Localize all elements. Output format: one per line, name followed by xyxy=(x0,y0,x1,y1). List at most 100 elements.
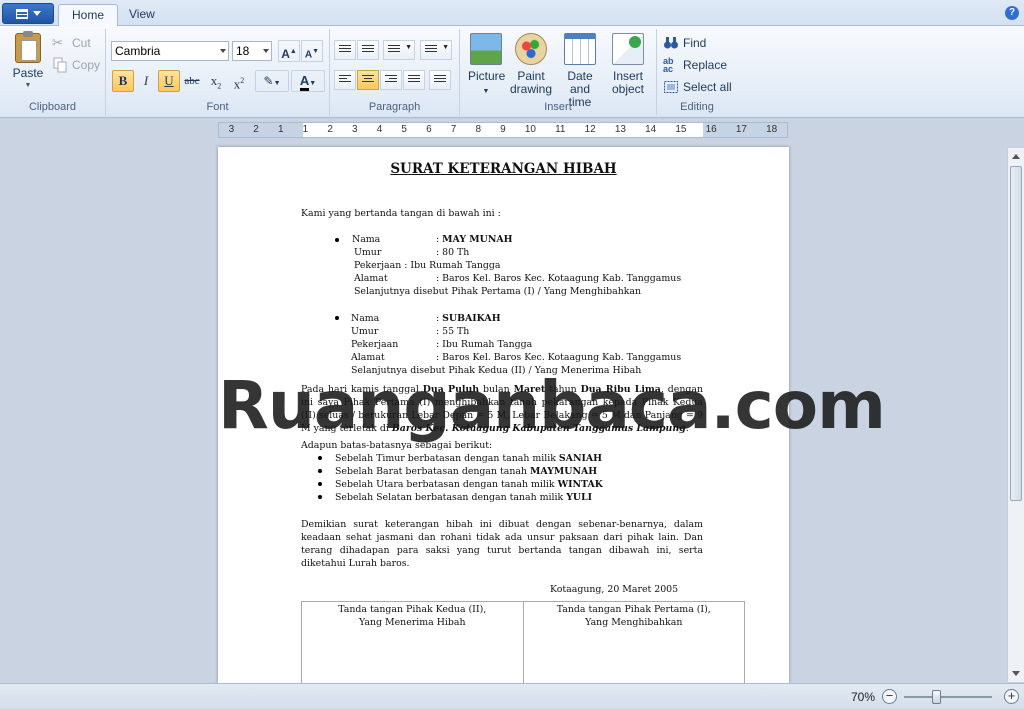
paste-button[interactable]: Paste ▼ xyxy=(8,31,48,89)
line-spacing-button[interactable]: ▼ xyxy=(420,40,452,60)
font-color-button[interactable]: A▼ xyxy=(291,70,325,92)
ruler-numbers: 3 2 1 1 2 3 4 5 6 7 8 9 10 11 12 13 14 15 16 17 18 xyxy=(219,124,787,135)
palette-icon xyxy=(515,33,547,65)
zoom-level: 70% xyxy=(851,690,876,704)
party2-nama-label: Nama xyxy=(351,313,380,324)
highlight-color-button[interactable]: ✎▼ xyxy=(255,70,289,92)
copy-button[interactable]: Copy xyxy=(52,57,100,73)
watermark-text: Ruanganbaca.com xyxy=(218,367,886,444)
paragraph-group-label: Paragraph xyxy=(368,101,421,113)
grow-font-button[interactable]: A▲ xyxy=(278,40,300,62)
subscript-button[interactable]: x2 xyxy=(205,70,227,92)
ruler-number: 10 xyxy=(524,124,536,135)
scroll-down-icon[interactable] xyxy=(1012,671,1020,676)
binoculars-icon xyxy=(663,35,679,51)
align-left-button[interactable] xyxy=(334,70,356,90)
party1-pekerjaan: Pekerjaan : Ibu Rumah Tangga xyxy=(354,260,501,271)
zoom-slider-track[interactable] xyxy=(904,696,992,698)
ruler-number: 13 xyxy=(614,124,626,135)
ruler-number: 17 xyxy=(735,124,747,135)
bullet-icon xyxy=(335,316,339,320)
ruler-number: 15 xyxy=(675,124,687,135)
border-item: Sebelah Timur berbatasan dengan tanah mi… xyxy=(335,453,603,464)
bullet-icon xyxy=(335,238,339,242)
paragraph-group: ▼ ▼ Paragraph xyxy=(330,29,460,115)
scroll-up-icon[interactable] xyxy=(1012,154,1020,159)
help-icon[interactable]: ? xyxy=(1005,6,1019,20)
ruler-number: 14 xyxy=(645,124,657,135)
paste-icon xyxy=(15,31,41,63)
ruler-number: 2 xyxy=(253,124,259,135)
select-all-button[interactable]: Select all xyxy=(663,79,732,95)
document-title: SURAT KETERANGAN HIBAH xyxy=(390,161,617,177)
clipboard-group-label: Clipboard xyxy=(28,101,77,113)
sign-right-line2: Yang Menghibahkan xyxy=(585,617,683,628)
chevron-down-icon xyxy=(32,11,41,16)
align-left-icon xyxy=(339,75,351,85)
party1-nama-label: Nama xyxy=(352,234,381,245)
tab-home[interactable]: Home xyxy=(58,4,119,27)
replace-button[interactable]: ab ac Replace xyxy=(663,57,728,74)
insert-object-button[interactable]: Insert object xyxy=(608,33,648,96)
party2-nama: : SUBAIKAH xyxy=(436,313,501,324)
vertical-scrollbar[interactable] xyxy=(1007,148,1024,682)
bold-button[interactable]: B xyxy=(112,70,134,92)
party2-pekerjaan: : Ibu Rumah Tangga xyxy=(436,339,533,350)
indent-icon xyxy=(362,45,374,55)
font-group-label: Font xyxy=(206,101,229,113)
align-right-button[interactable] xyxy=(380,70,402,90)
highlighter-icon: ✎ xyxy=(263,74,274,88)
date-time-button[interactable]: Date and time xyxy=(556,33,604,109)
strikethrough-button[interactable]: abc xyxy=(181,70,203,92)
party1-umur: : 80 Th xyxy=(436,247,470,258)
decrease-indent-button[interactable] xyxy=(334,40,356,60)
border-item: Sebelah Selatan berbatasan dengan tanah … xyxy=(335,492,593,503)
font-family-value: Cambria xyxy=(115,44,161,58)
increase-indent-button[interactable] xyxy=(357,40,379,60)
ruler-number: 4 xyxy=(376,124,383,135)
sign-left-line1: Tanda tangan Pihak Kedua (II), xyxy=(338,604,487,615)
cut-button[interactable]: ✂ Cut xyxy=(52,35,91,51)
ruler-number: 5 xyxy=(401,124,407,135)
zoom-slider-thumb[interactable] xyxy=(932,690,941,704)
align-center-button[interactable] xyxy=(357,70,379,90)
picture-icon xyxy=(470,33,502,65)
chevron-down-icon xyxy=(220,49,226,53)
paragraph-settings-button[interactable] xyxy=(429,70,451,90)
select-all-icon xyxy=(663,79,679,95)
find-button[interactable]: Find xyxy=(663,35,706,51)
justify-button[interactable] xyxy=(403,70,425,90)
ruler-number: 9 xyxy=(500,124,506,135)
scroll-thumb[interactable] xyxy=(1010,166,1022,501)
ribbon-tab-bar: Home View ? xyxy=(0,0,1024,27)
horizontal-ruler[interactable]: 3 2 1 1 2 3 4 5 6 7 8 9 10 11 12 13 14 15 16 17 18 xyxy=(218,122,788,138)
party2-pekerjaan-label: Pekerjaan xyxy=(351,339,399,350)
ruler-number: 6 xyxy=(426,124,432,135)
chevron-down-icon xyxy=(263,49,269,53)
find-label: Find xyxy=(683,36,707,50)
party1-alamat: : Baros Kel. Baros Kec. Kotaagung Kab. T… xyxy=(436,273,682,284)
insert-picture-button[interactable]: Picture ▼ xyxy=(468,33,505,98)
zoom-out-button[interactable]: − xyxy=(882,689,897,704)
paint-drawing-button[interactable]: Paint drawing xyxy=(509,33,553,96)
zoom-in-button[interactable]: + xyxy=(1004,689,1019,704)
sign-right-line1: Tanda tangan Pihak Pertama (I), xyxy=(556,604,711,615)
ruler-number: 7 xyxy=(450,124,457,135)
italic-button[interactable]: I xyxy=(135,70,157,92)
shrink-font-button[interactable]: A▼ xyxy=(301,40,323,62)
superscript-button[interactable]: x2 xyxy=(228,70,250,92)
underline-button[interactable]: U xyxy=(158,70,180,92)
font-size-select[interactable]: 18 xyxy=(232,41,272,61)
justify-icon xyxy=(408,75,420,85)
border-item: Sebelah Utara berbatasan dengan tanah mi… xyxy=(335,479,603,490)
sign-left-line2: Yang Menerima Hibah xyxy=(358,617,466,628)
ruler-number: 2 xyxy=(327,124,333,135)
font-family-select[interactable]: Cambria xyxy=(111,41,229,61)
bullet-icon xyxy=(318,495,322,499)
paint-line1: Paint xyxy=(517,69,545,83)
clipboard-group: Paste ▼ ✂ Cut Copy Clipboard xyxy=(0,29,106,115)
replace-label: Replace xyxy=(683,58,728,72)
bullets-button[interactable]: ▼ xyxy=(383,40,415,60)
tab-view[interactable]: View xyxy=(116,4,168,26)
application-menu-button[interactable] xyxy=(2,3,54,24)
